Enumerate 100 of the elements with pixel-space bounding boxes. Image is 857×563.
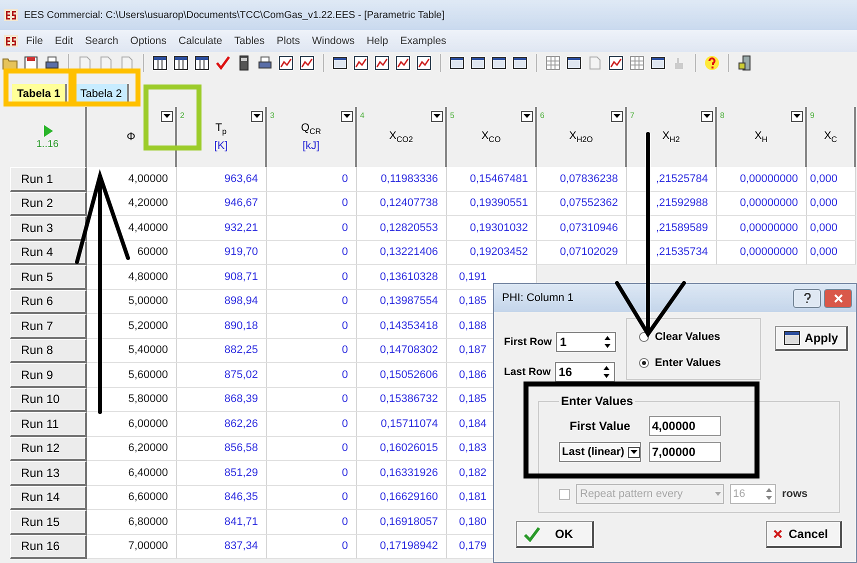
table-cell: 0,000 — [807, 240, 856, 265]
spin-field[interactable]: 1 — [556, 332, 616, 352]
row-header[interactable]: Run 2 — [10, 192, 87, 216]
radio-option[interactable]: Clear Values — [638, 331, 756, 343]
table-icon[interactable] — [194, 55, 210, 71]
printer-icon[interactable] — [257, 55, 273, 71]
cancel-button[interactable]: Cancel — [766, 521, 842, 548]
dropdown-marker-icon[interactable] — [611, 111, 623, 122]
column-header[interactable]: Q$_{CR}$ — [300, 122, 322, 137]
dropdown-marker-icon[interactable] — [521, 111, 533, 122]
table-cell: 0 — [267, 290, 357, 314]
checkmark-icon — [523, 526, 541, 542]
menu-item[interactable]: Examples — [396, 35, 450, 47]
row-header[interactable]: Run 16 — [10, 534, 87, 559]
table-icon[interactable] — [173, 55, 189, 71]
row-header[interactable]: Run 5 — [10, 265, 87, 290]
column-unit: [kJ] — [302, 140, 320, 152]
apply-button[interactable]: Apply — [774, 326, 848, 351]
spinner-icon[interactable] — [602, 365, 611, 379]
app-icon — [4, 35, 18, 47]
row-header[interactable]: Run 3 — [10, 216, 87, 240]
row-header[interactable]: Run 13 — [10, 461, 87, 486]
window-icon[interactable] — [470, 55, 486, 71]
row-header[interactable]: Run 11 — [10, 412, 87, 436]
sheet-tab[interactable]: Tabela 1 — [12, 84, 68, 104]
chart-icon[interactable] — [395, 55, 411, 71]
checkmark-icon[interactable] — [215, 55, 231, 71]
row-header[interactable]: Run 10 — [10, 388, 87, 412]
column-header[interactable]: T$_{p}$ — [215, 122, 227, 137]
column-header[interactable]: X$_{CO}$ — [481, 130, 501, 144]
spin-field[interactable]: 16 — [554, 362, 615, 382]
window-icon[interactable] — [332, 55, 348, 71]
column-header[interactable]: X$_{C}$ — [824, 130, 838, 144]
chart-icon[interactable] — [353, 55, 369, 71]
table-icon[interactable] — [152, 55, 168, 71]
menu-item[interactable]: Tables — [230, 35, 269, 47]
menu-item[interactable]: Plots — [272, 35, 304, 47]
menu-item[interactable]: Calculate — [174, 35, 226, 47]
menu-item[interactable]: Help — [362, 35, 392, 47]
window-icon[interactable] — [650, 55, 666, 71]
table-cell: 6,20000 — [87, 436, 177, 461]
radio-option[interactable]: Enter Values — [638, 357, 756, 369]
chart-icon[interactable] — [374, 55, 390, 71]
dropdown-marker-icon[interactable] — [701, 111, 713, 122]
grid-icon[interactable] — [629, 55, 645, 71]
dropdown-marker-icon[interactable] — [791, 111, 803, 122]
row-header[interactable]: Run 1 — [10, 167, 87, 192]
ok-button[interactable]: OK — [516, 521, 594, 548]
printer-icon[interactable] — [44, 55, 60, 71]
menu-item[interactable]: Options — [126, 35, 170, 47]
device-icon[interactable] — [737, 55, 753, 71]
table-cell: 5,40000 — [87, 338, 177, 363]
row-header[interactable]: Run 15 — [10, 510, 87, 534]
row-header[interactable]: Run 7 — [10, 314, 87, 338]
chart-icon[interactable] — [299, 55, 315, 71]
help-button[interactable] — [793, 288, 821, 308]
column-header[interactable]: X$_{H}$ — [754, 130, 768, 144]
chart-icon[interactable] — [608, 55, 624, 71]
column-header[interactable]: X$_{H2}$ — [662, 130, 680, 144]
row-header[interactable]: Run 14 — [10, 486, 87, 510]
help-icon[interactable] — [704, 55, 720, 71]
menu-item[interactable]: Edit — [50, 35, 78, 47]
grid-icon[interactable] — [545, 55, 561, 71]
table-cell: 0,13221406 — [357, 240, 447, 265]
column-header[interactable]: X$_{CO2}$ — [389, 130, 413, 144]
table-cell: 837,34 — [177, 534, 267, 559]
input-field[interactable]: 7,00000 — [649, 442, 721, 462]
save-icon[interactable] — [23, 55, 39, 71]
window-icon[interactable] — [449, 55, 465, 71]
row-header[interactable]: Run 6 — [10, 290, 87, 314]
chart-icon[interactable] — [416, 55, 432, 71]
menu-item[interactable]: Windows — [308, 35, 359, 47]
window-icon[interactable] — [512, 55, 528, 71]
dropdown-marker-icon[interactable] — [431, 111, 443, 122]
caret-icon[interactable] — [628, 446, 640, 458]
close-button[interactable] — [824, 288, 852, 308]
table-cell: 0 — [267, 388, 357, 412]
table-cell: 0,19301032 — [447, 216, 537, 240]
spinner-icon[interactable] — [602, 335, 612, 349]
column-header[interactable]: X$_{H2O}$ — [569, 130, 593, 144]
mode-dropdown[interactable]: Last (linear) — [559, 442, 641, 462]
radio-button[interactable] — [638, 332, 649, 342]
chart-icon[interactable] — [278, 55, 294, 71]
window-icon[interactable] — [566, 55, 582, 71]
input-field[interactable]: 4,00000 — [649, 416, 721, 436]
dropdown-marker-icon[interactable] — [341, 111, 353, 122]
row-header[interactable]: Run 12 — [10, 436, 87, 461]
row-header[interactable]: Run 4 — [10, 240, 87, 265]
menu-item[interactable]: Search — [81, 35, 122, 47]
radio-button[interactable] — [638, 358, 649, 368]
column-number: 7 — [630, 111, 634, 120]
row-header[interactable]: Run 9 — [10, 363, 87, 388]
column-header[interactable]: Φ — [126, 131, 136, 143]
dropdown-marker-icon[interactable] — [251, 111, 263, 122]
table-cell: 946,67 — [177, 192, 267, 216]
table-cell: 0,16918057 — [357, 510, 447, 534]
dropdown-marker-icon[interactable] — [161, 111, 173, 122]
menu-item[interactable]: File — [22, 35, 47, 47]
window-icon[interactable] — [491, 55, 507, 71]
row-header[interactable]: Run 8 — [10, 338, 87, 363]
